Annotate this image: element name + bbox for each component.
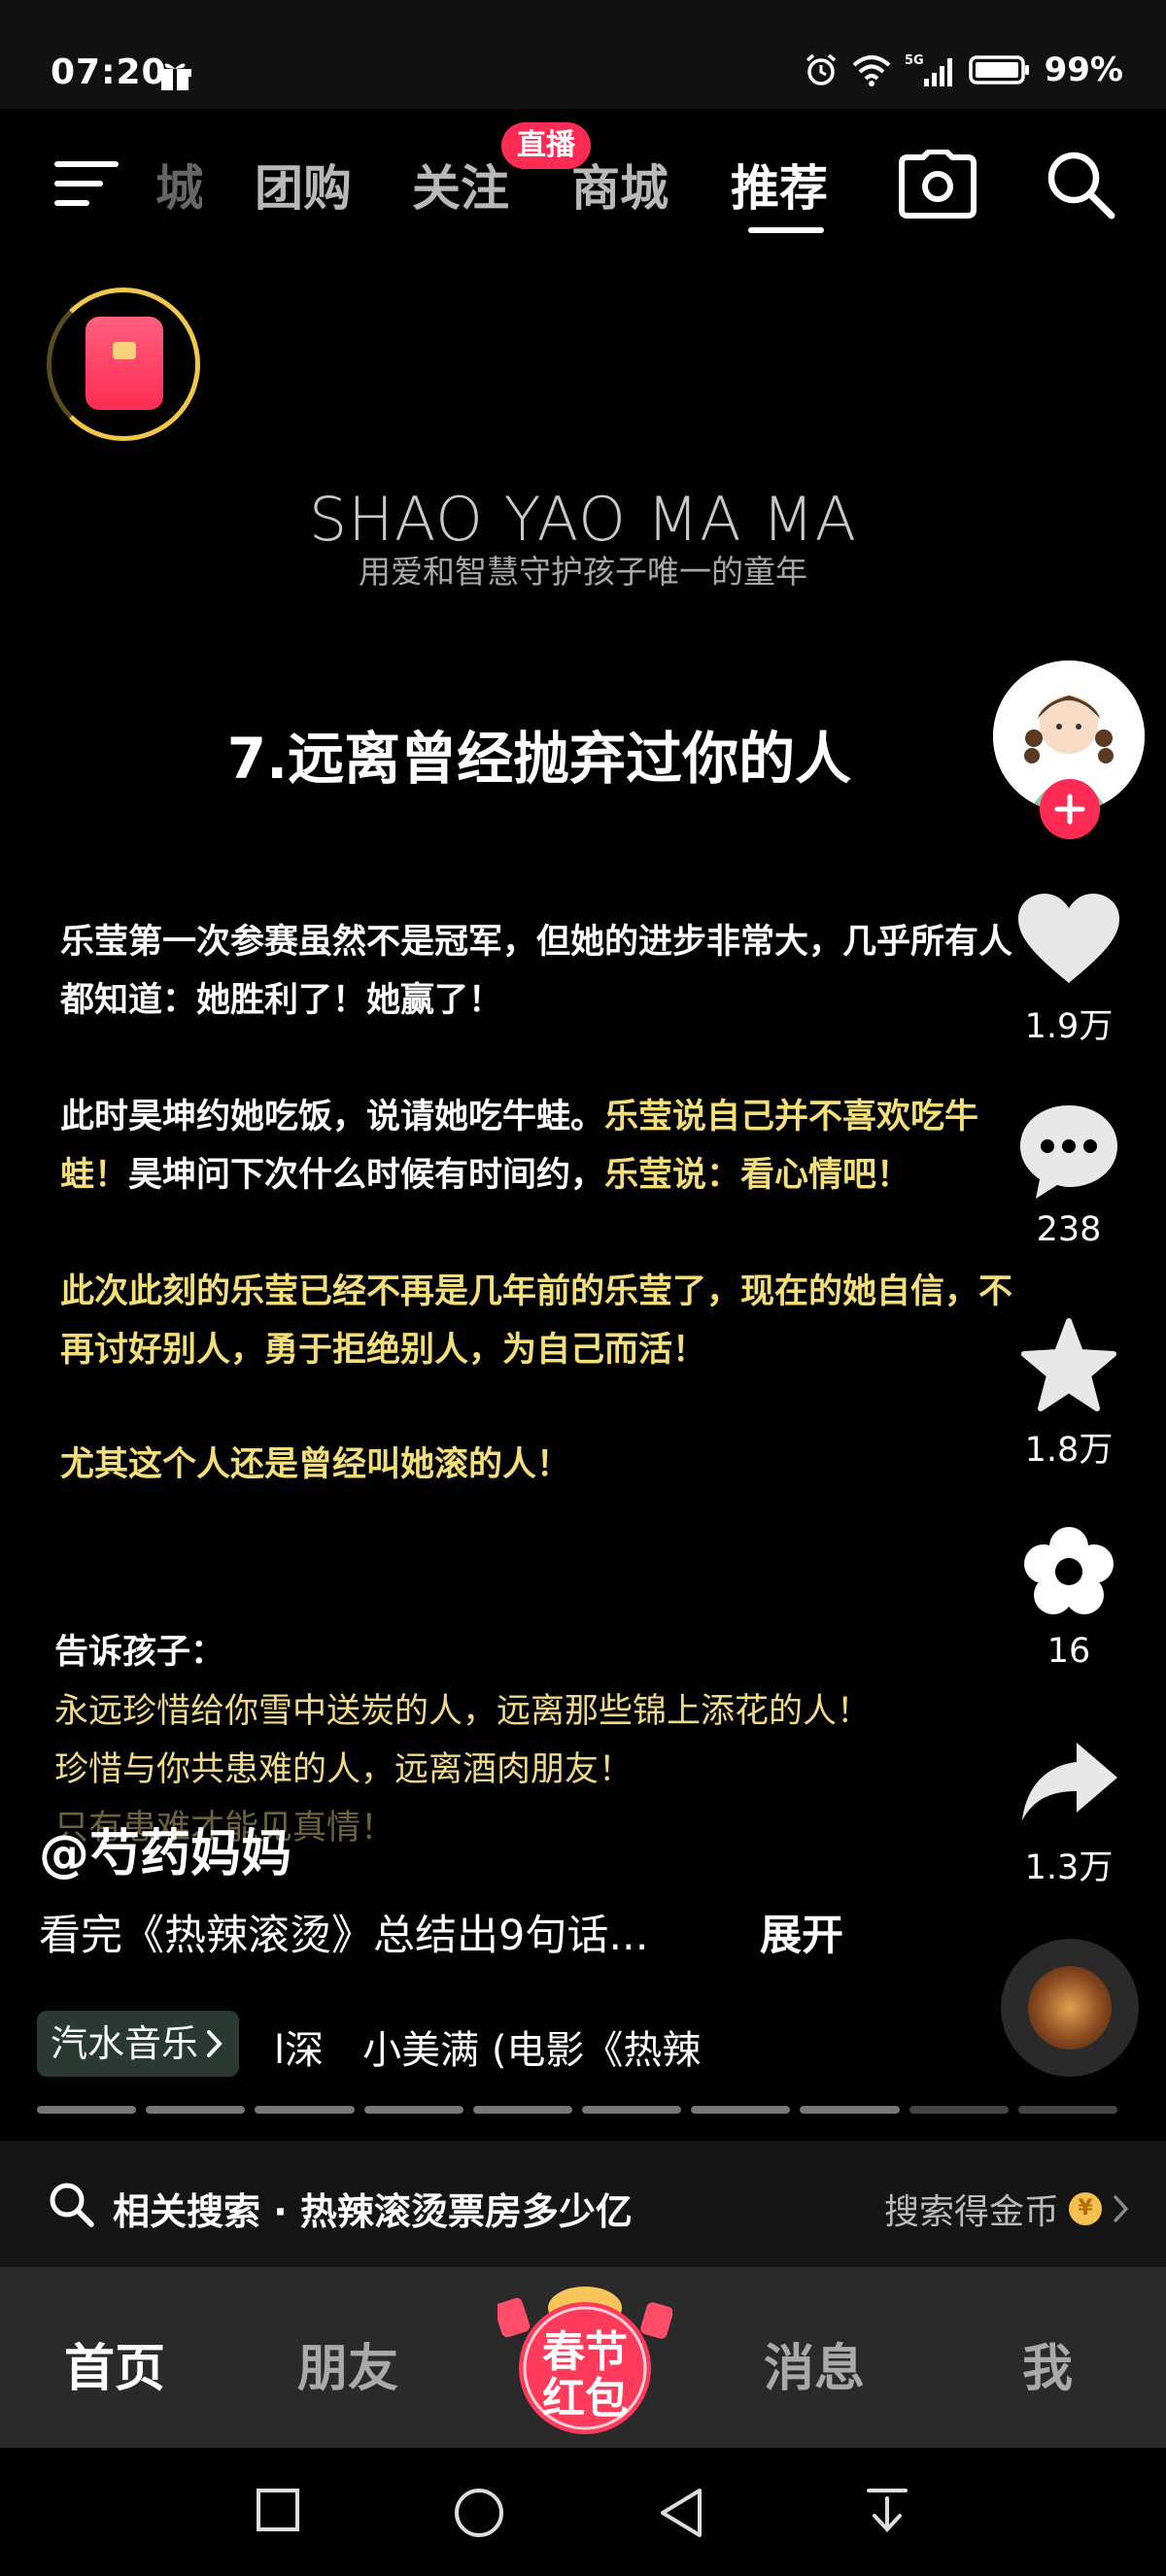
tab-recommend[interactable]: 推荐 [731,150,828,220]
coin-icon: ¥ [1069,2192,1102,2225]
comment-count: 238 [1036,1210,1102,1249]
cellular-signal-icon: 5G [905,53,952,86]
follow-plus-icon[interactable] [1040,779,1100,839]
status-icons: 5G 99% [804,51,1123,89]
tab-me[interactable]: 我 [1022,2327,1073,2400]
tab-friends[interactable]: 朋友 [297,2327,398,2400]
progress-segment [909,2106,1009,2114]
alarm-icon [806,53,836,85]
status-time: 07:20 [51,52,167,92]
video-paragraph-1: 乐莹第一次参赛虽然不是冠军，但她的进步非常大，几乎所有人都知道：她胜利了！她赢了… [60,923,1013,1020]
tab-following[interactable]: 关注 [412,150,509,220]
spring-festival-red-packet-button[interactable]: 春节红包 [497,2279,672,2444]
active-tab-indicator [748,227,824,233]
music-title[interactable]: l深 小美满 (电影《热辣 [274,2018,737,2075]
flower-count: 16 [1046,1632,1091,1671]
search-coins-text: 搜索得金币 [883,2192,1059,2232]
progress-segment [37,2106,137,2114]
status-bar: 07:20 5G 99% [0,0,1166,109]
paragraph-2-text-b: 昊坤问下次什么时候有时间约， [128,1156,605,1195]
video-heading: 7.远离曾经抛弃过你的人 [226,726,852,792]
progress-segment [691,2106,791,2114]
favorite-count: 1.8万 [1024,1431,1114,1470]
system-nav-bar [0,2448,1166,2576]
music-app-tag[interactable]: 汽水音乐 [37,2011,240,2077]
share-icon[interactable] [1018,1739,1119,1824]
chevron-right-icon [207,2030,223,2057]
progress-segment [146,2106,246,2114]
gift-icon [158,63,191,90]
video-brand: SHAO YAO MA MA [308,484,858,555]
home-circle-icon[interactable] [453,2487,505,2539]
video-paragraph-4: 尤其这个人还是曾经叫她滚的人！ [60,1445,571,1484]
video-paragraph-3: 此次此刻的乐莹已经不再是几年前的乐莹了，现在的她自信，不再讨好别人，勇于拒绝别人… [60,1272,1013,1370]
paragraph-2-highlight-b: 乐莹说：看心情吧！ [604,1156,911,1195]
wifi-icon [852,55,890,86]
progress-segment [800,2106,900,2114]
heart-icon[interactable] [1016,892,1121,987]
battery-icon [968,55,1029,85]
battery-level: 99% [1044,51,1123,89]
notification-pull-icon[interactable] [865,2487,909,2537]
red-envelope-icon[interactable] [86,317,163,410]
paragraph-2-text-a: 此时昊坤约她吃饭，说请她吃牛蛙。 [60,1098,605,1136]
related-search-bar[interactable]: 相关搜索 · 热辣滚烫票房多少亿 搜索得金币 ¥ [0,2141,1166,2267]
tab-city[interactable]: 城 [155,150,202,220]
expand-button[interactable]: 展开 [760,1902,843,1962]
tab-mall[interactable]: 商城 [571,150,669,220]
progress-segment [582,2106,682,2114]
progress-segment [255,2106,355,2114]
flower-icon[interactable] [1022,1525,1115,1618]
music-app-label: 汽水音乐 [51,2022,199,2065]
network-type: 5G [905,53,924,68]
menu-icon[interactable] [54,157,119,210]
progress-segment [1017,2106,1118,2114]
search-icon [50,2183,94,2227]
like-count: 1.9万 [1024,1007,1114,1046]
star-icon[interactable] [1018,1317,1119,1414]
music-disc-cover [1028,1966,1112,2050]
progress-segment [472,2106,573,2114]
video-brand-subtitle: 用爱和智慧守护孩子唯一的童年 [359,553,807,591]
carousel-progress [37,2106,1118,2114]
progress-segment [363,2106,463,2114]
related-search-label: 相关搜索 · 热辣滚烫票房多少亿 [113,2190,633,2233]
tell-line-2: 珍惜与你共患难的人，远离酒肉朋友！ [54,1750,634,1789]
tell-children-heading: 告诉孩子： [54,1633,225,1672]
video-paragraph-2: 此时昊坤约她吃饭，说请她吃牛蛙。乐莹说自己并不喜欢吃牛蛙！昊坤问下次什么时候有时… [60,1088,1012,1204]
tab-home[interactable]: 首页 [64,2327,165,2400]
back-icon[interactable] [657,2487,705,2539]
tab-group-buy[interactable]: 团购 [255,150,352,220]
top-nav: 城 团购 关注 直播 商城 推荐 [0,109,1166,254]
tell-line-1: 永远珍惜给你雪中送炭的人，远离那些锦上添花的人！ [54,1692,872,1731]
festival-label: 春节红包 [542,2327,628,2423]
share-count: 1.3万 [1024,1848,1114,1887]
tab-messages[interactable]: 消息 [764,2327,865,2400]
author-name[interactable]: @芍药妈妈 [39,1813,292,1885]
chevron-right-icon [1114,2195,1129,2222]
recent-apps-icon[interactable] [255,2487,301,2533]
comment-icon[interactable] [1016,1102,1121,1203]
search-coins-link[interactable]: 搜索得金币 ¥ [884,2184,1131,2234]
app-screen: 07:20 5G 99% 城 团购 关注 直播 商城 推荐 SHAO YAO M… [0,0,1166,2576]
search-icon[interactable] [1044,148,1115,220]
video-description: 看完《热辣滚烫》总结出9句话... [39,1912,649,1960]
camera-icon[interactable] [898,150,977,220]
